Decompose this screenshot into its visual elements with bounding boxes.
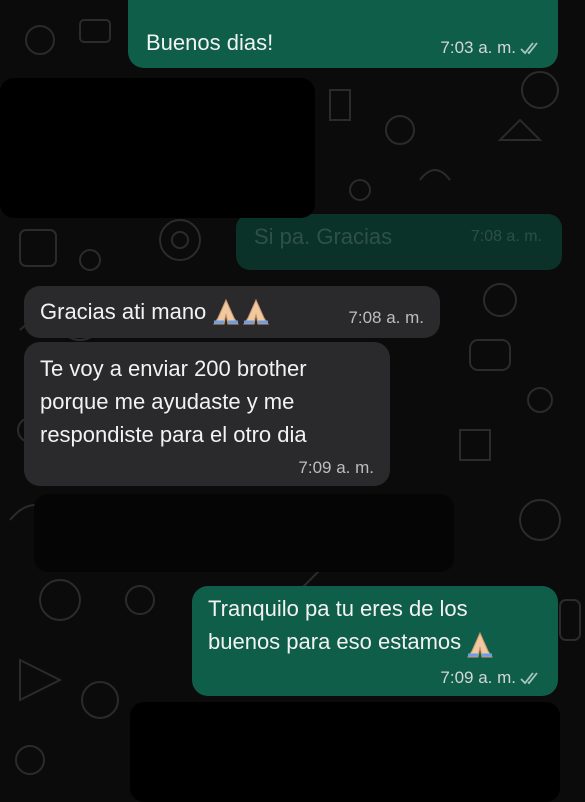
message-time: 7:03 a. m. (440, 38, 516, 57)
message-content: Gracias ati mano (40, 295, 270, 328)
message-meta: 7:03 a. m. (440, 38, 542, 58)
message-bubble-outgoing[interactable]: Tranquilo pa tu eres de los buenos para … (192, 586, 558, 696)
message-text: Buenos dias! (146, 30, 274, 55)
message-bubble-incoming[interactable]: Te voy a enviar 200 brother porque me ay… (24, 342, 390, 486)
double-check-icon (520, 672, 538, 685)
message-text: Te voy a enviar 200 brother porque me ay… (40, 356, 307, 447)
double-check-icon (520, 42, 538, 55)
message-time: 7:09 a. m. (298, 458, 374, 477)
message-time: 7:09 a. m. (440, 668, 516, 687)
redacted-message (130, 702, 560, 802)
message-content: Tranquilo pa tu eres de los buenos para … (208, 592, 494, 659)
message-bubble-outgoing[interactable]: Buenos dias! 7:03 a. m. (128, 0, 558, 68)
message-meta: 7:08 a. m. (348, 308, 424, 328)
message-text: Si pa. Gracias (254, 224, 393, 249)
message-time: 7:08 a. m. (348, 308, 424, 327)
message-bubble-blurred: Si pa. Gracias 7:08 a. m. (236, 214, 562, 270)
message-bubble-incoming[interactable]: Gracias ati mano 7:08 a. m. (24, 286, 440, 338)
redacted-message (0, 78, 315, 218)
folded-hands-emoji (212, 298, 270, 326)
message-text: Tranquilo pa tu eres de los buenos para … (208, 596, 468, 654)
message-meta: 7:09 a. m. (298, 458, 374, 478)
folded-hands-emoji (466, 631, 494, 659)
redacted-message (34, 494, 454, 572)
message-text: Gracias ati mano (40, 299, 207, 324)
message-meta: 7:09 a. m. (440, 668, 542, 688)
message-time: 7:08 a. m. (470, 228, 542, 245)
